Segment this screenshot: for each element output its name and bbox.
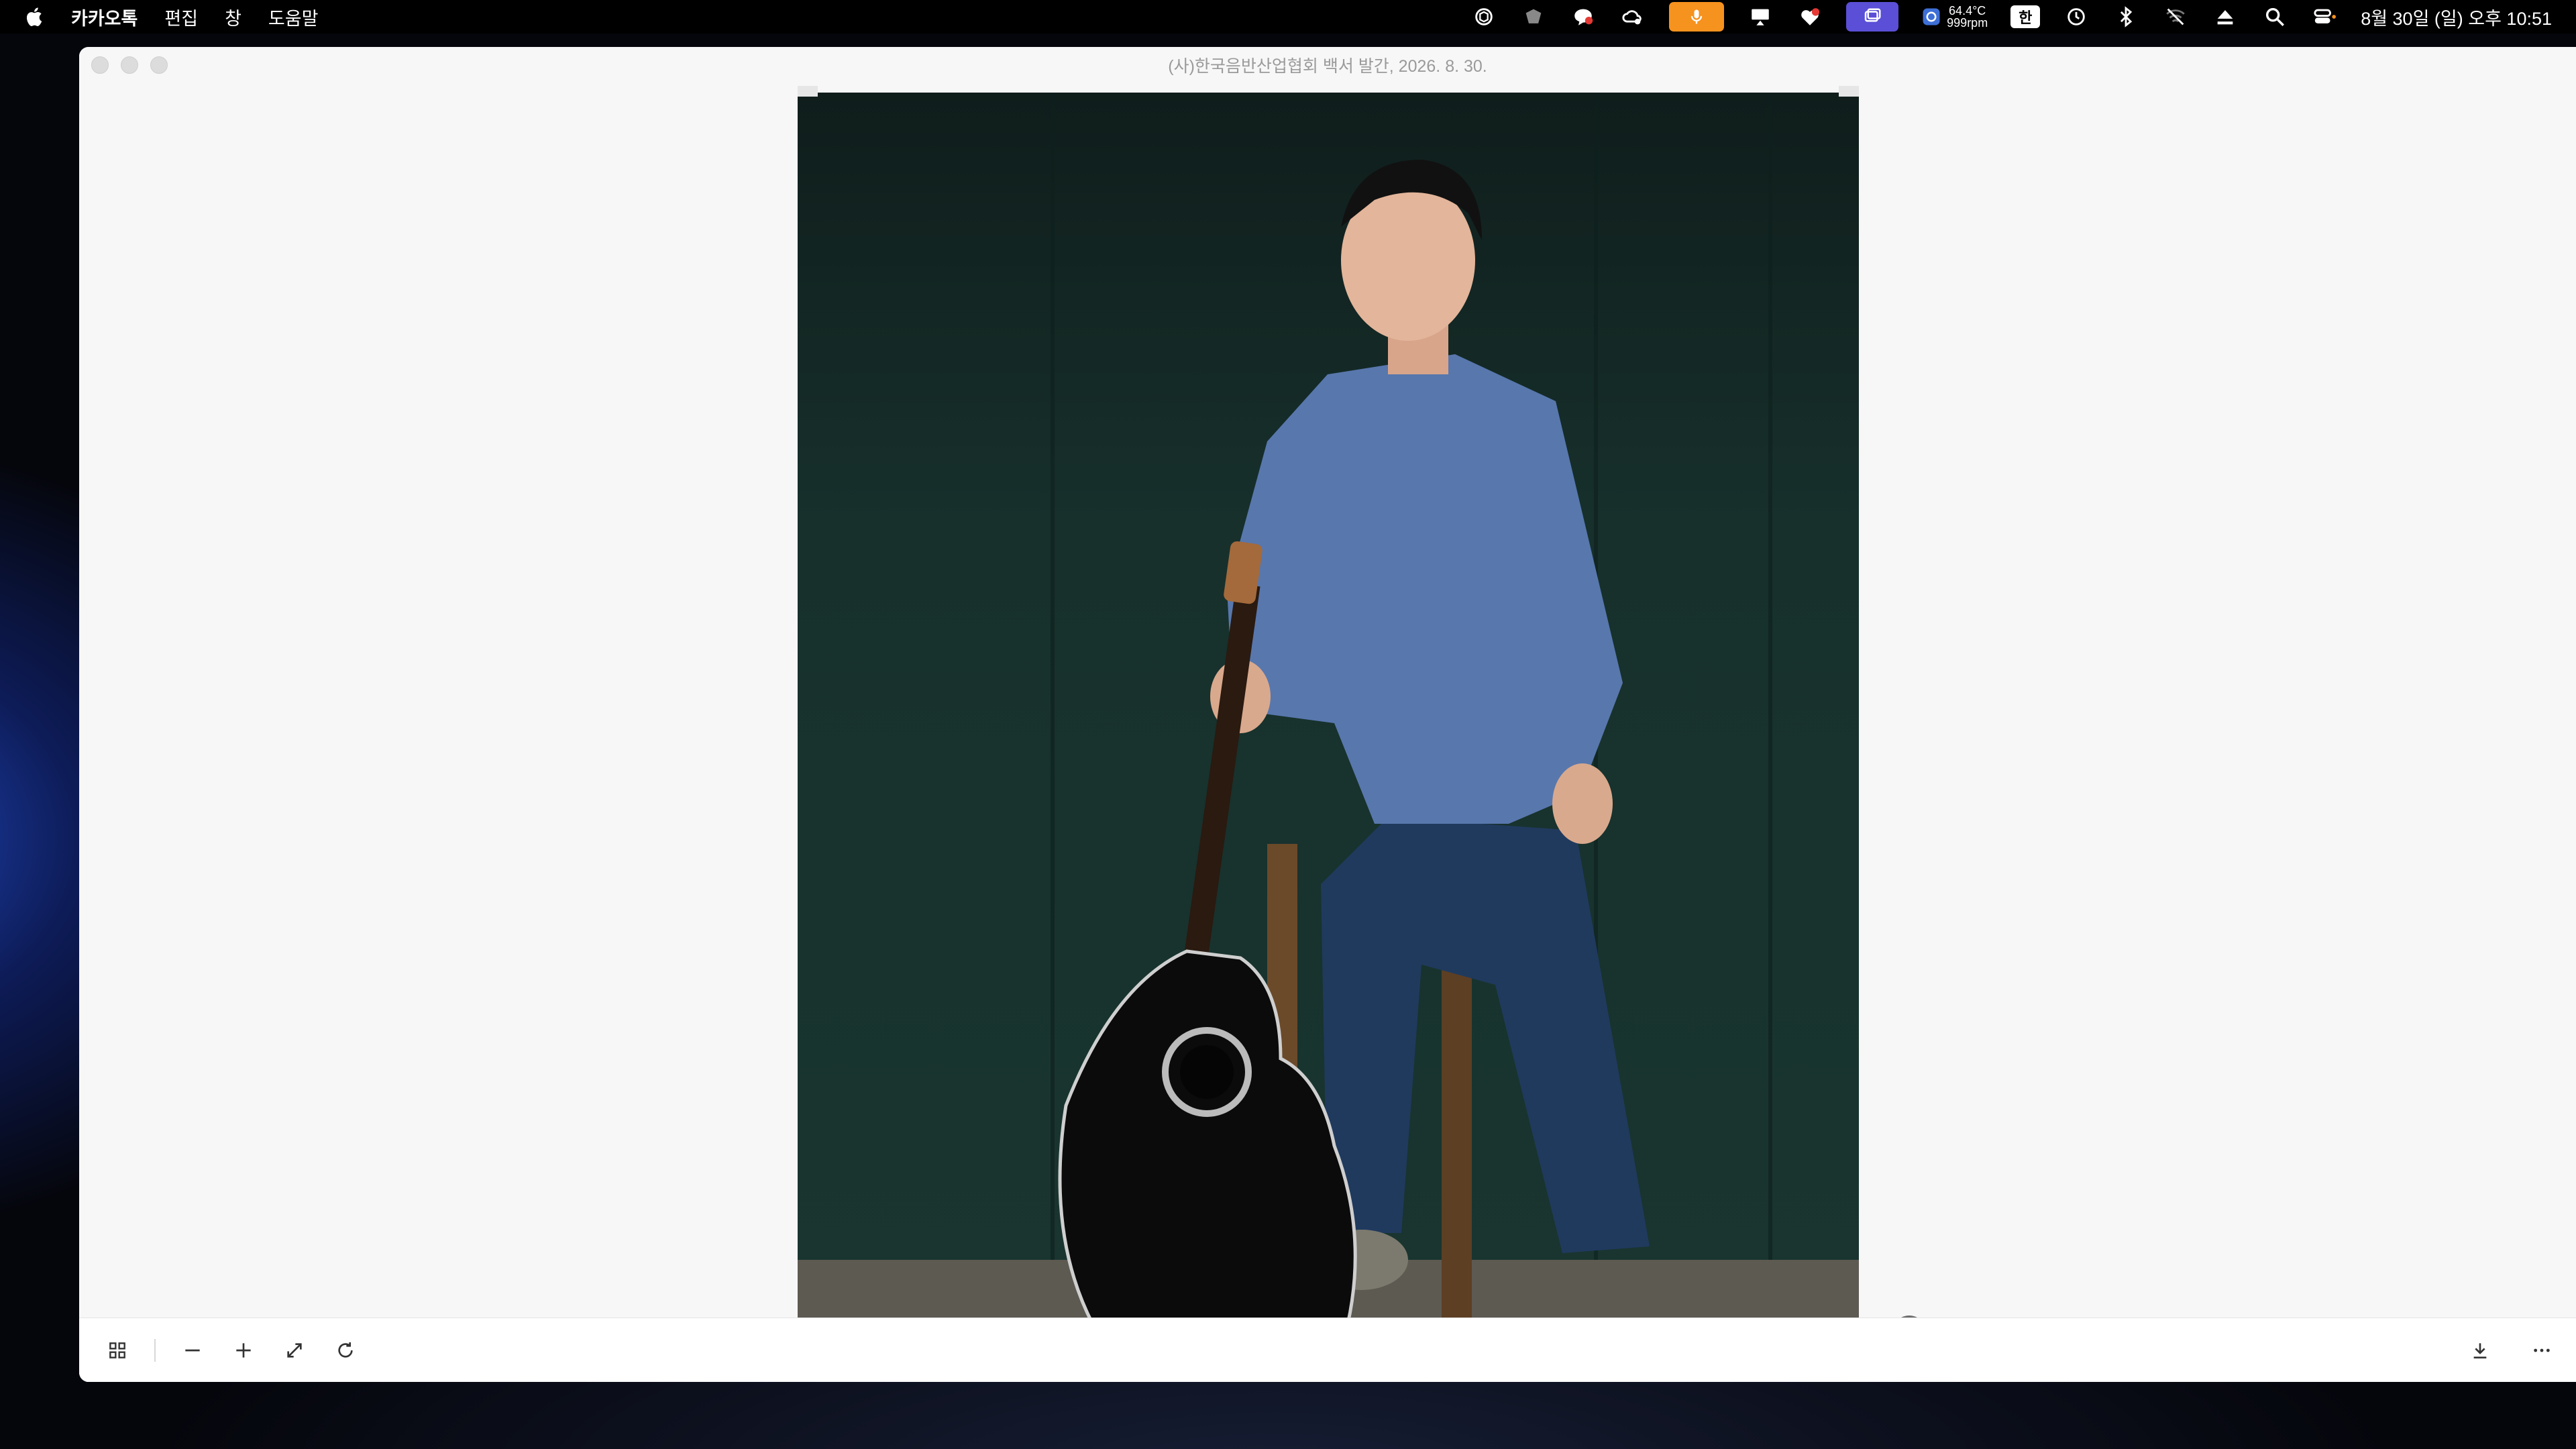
photo-illustration [798, 93, 1859, 1324]
airplay-icon[interactable] [1747, 3, 1774, 30]
menu-clock[interactable]: 8월 30일 (일) 오후 10:51 [2361, 4, 2552, 30]
time-machine-icon[interactable] [2063, 3, 2090, 30]
screen-share-icon[interactable] [1846, 2, 1899, 32]
viewer-toolbar [79, 1318, 2576, 1382]
menu-help[interactable]: 도움말 [268, 4, 319, 30]
zoom-out-icon[interactable] [178, 1336, 207, 1364]
wifi-off-icon[interactable] [2162, 3, 2189, 30]
fan-temperature: 64.4°C [1949, 4, 1986, 17]
fan-monitor[interactable]: 64.4°C 999rpm [1921, 5, 1988, 29]
fan-icon [1923, 8, 1940, 25]
window-titlebar[interactable]: (사)한국음반산업협회 백서 발간, 2026. 8. 30. [79, 47, 2576, 87]
toolbar-divider [154, 1339, 156, 1362]
rotate-icon[interactable] [331, 1336, 360, 1364]
clipboard-icon[interactable] [1520, 3, 1547, 30]
menu-app-name[interactable]: 카카오톡 [71, 4, 138, 30]
menu-window[interactable]: 창 [225, 4, 241, 30]
photo [798, 93, 1859, 1324]
input-method-indicator[interactable]: 한 [2010, 5, 2041, 28]
control-center-icon[interactable] [2311, 3, 2338, 30]
fan-speed: 999rpm [1947, 16, 1988, 30]
grid-icon[interactable] [103, 1336, 131, 1364]
microphone-icon[interactable] [1669, 2, 1725, 32]
image-canvas: 연서조 [79, 86, 2576, 1382]
bluetooth-icon[interactable] [2112, 3, 2139, 30]
heart-app-icon[interactable] [1796, 3, 1823, 30]
photo-corner-tl [798, 86, 818, 97]
menu-bar: 카카오톡 편집 창 도움말 64.4°C 999rpm 한 8월 30일 (일)… [0, 0, 2576, 34]
chatgpt-icon[interactable] [1470, 3, 1497, 30]
window-title: (사)한국음반산업협회 백서 발간, 2026. 8. 30. [1168, 57, 1487, 76]
eject-icon[interactable] [2212, 3, 2239, 30]
apple-icon[interactable] [24, 5, 44, 28]
cloud-sync-icon[interactable] [1619, 3, 1646, 30]
image-viewer-window: (사)한국음반산업협회 백서 발간, 2026. 8. 30. [79, 47, 2576, 1382]
zoom-in-icon[interactable] [229, 1336, 258, 1364]
menu-edit[interactable]: 편집 [164, 4, 198, 30]
expand-icon[interactable] [280, 1336, 309, 1364]
photo-corner-tr [1839, 86, 1859, 97]
chat-bubble-icon[interactable] [1570, 3, 1597, 30]
spotlight-search-icon[interactable] [2261, 3, 2288, 30]
download-icon[interactable] [2466, 1336, 2494, 1364]
more-icon[interactable] [2528, 1336, 2556, 1364]
